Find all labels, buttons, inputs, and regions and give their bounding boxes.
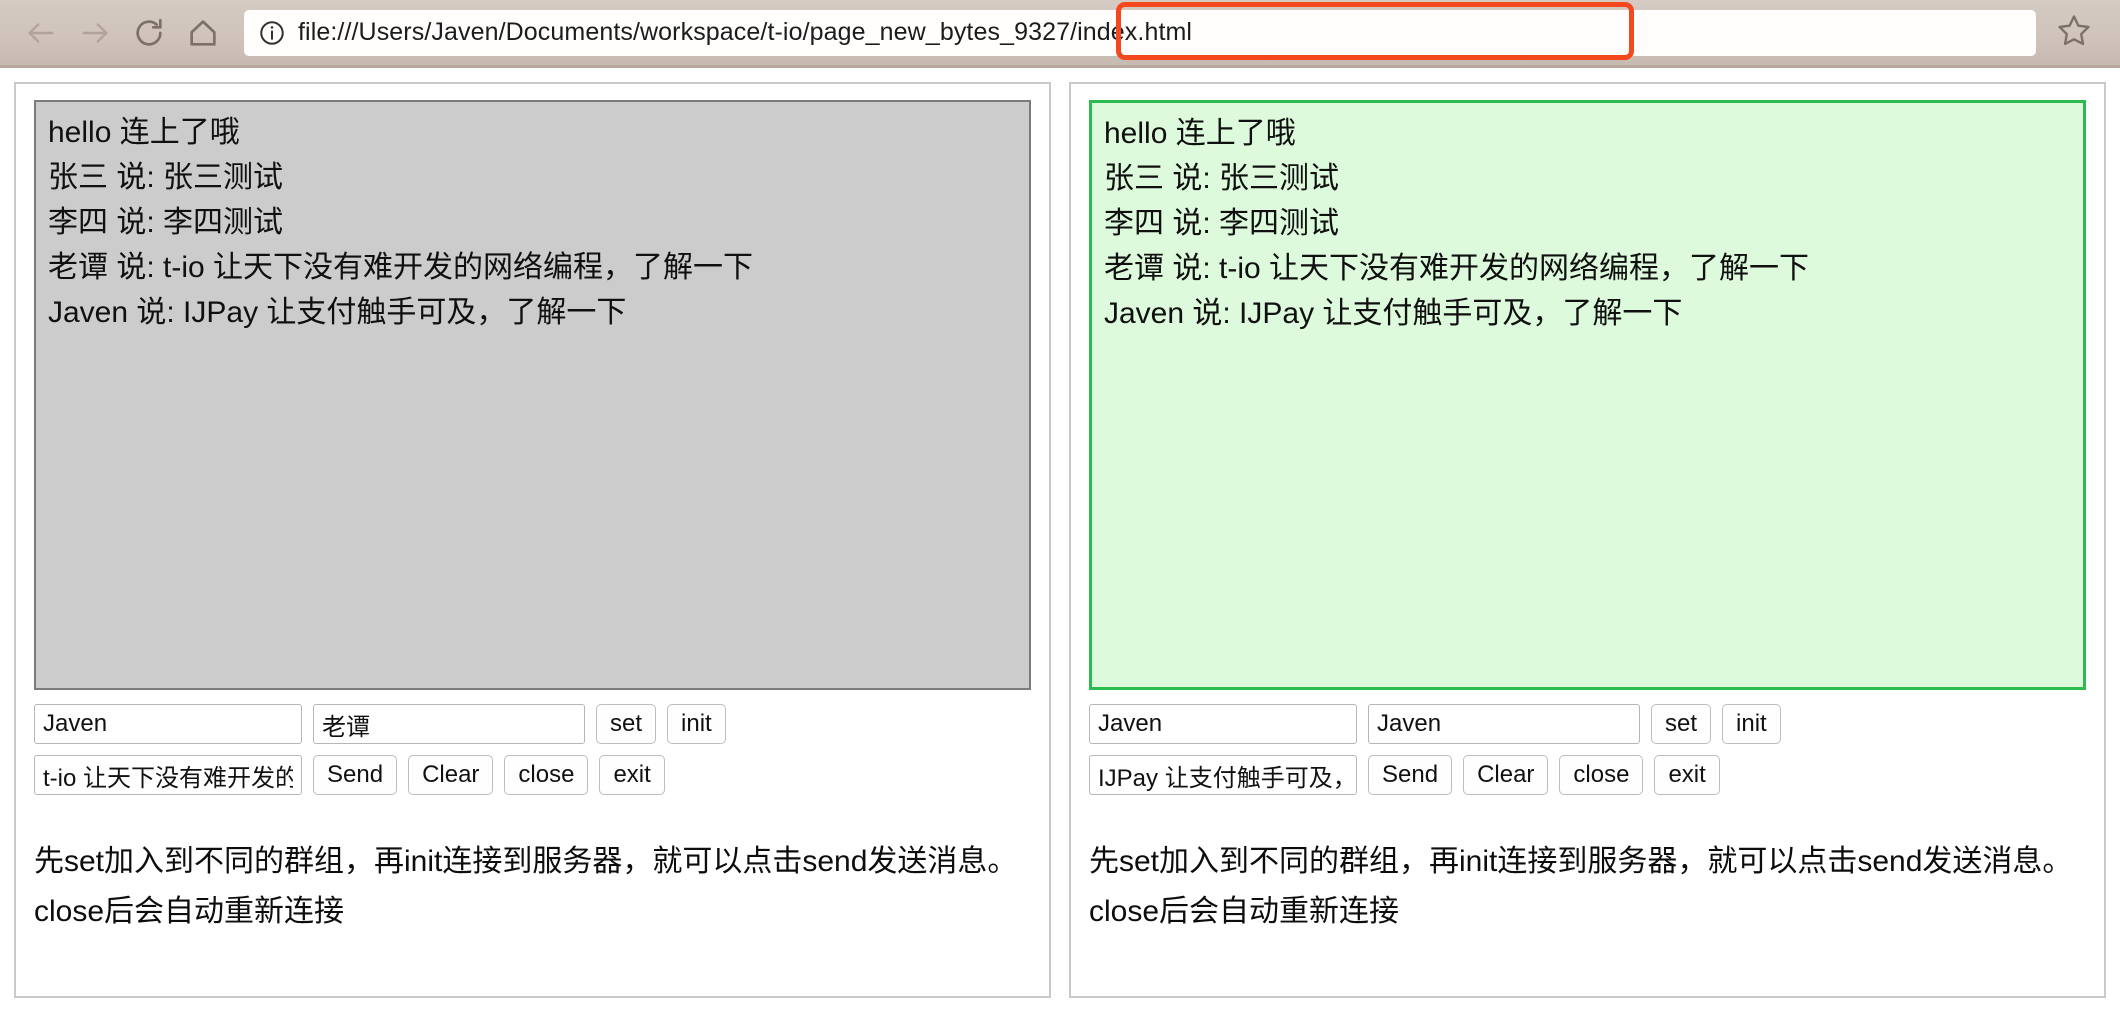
close-button[interactable]: close — [1559, 755, 1644, 795]
url-highlight-annotation — [1116, 1, 1634, 60]
name-input[interactable] — [34, 704, 302, 744]
chat-message: 老谭 说: t-io 让天下没有难开发的网络编程，了解一下 — [1104, 252, 1810, 285]
forward-arrow-icon — [78, 16, 112, 50]
close-button[interactable]: close — [504, 755, 589, 795]
bookmark-button[interactable] — [2046, 5, 2102, 61]
chat-message: hello 连上了哦 — [1104, 117, 1296, 150]
home-icon — [186, 16, 220, 50]
identity-row-right: set init — [1089, 704, 2086, 744]
message-input[interactable] — [34, 755, 302, 795]
init-button[interactable]: init — [667, 704, 726, 744]
browser-toolbar: file:///Users/Javen/Documents/workspace/… — [0, 0, 2120, 68]
chat-message: Javen 说: IJPay 让支付触手可及，了解一下 — [1104, 297, 1683, 330]
chat-log-right: hello 连上了哦 张三 说: 张三测试 李四 说: 李四测试 老谭 说: t… — [1089, 100, 2086, 690]
send-button[interactable]: Send — [313, 755, 398, 795]
init-button[interactable]: init — [1722, 704, 1781, 744]
message-input[interactable] — [1089, 755, 1357, 795]
name-input[interactable] — [1089, 704, 1357, 744]
forward-button[interactable] — [68, 6, 122, 60]
clear-button[interactable]: Clear — [408, 755, 494, 795]
send-button[interactable]: Send — [1368, 755, 1453, 795]
back-arrow-icon — [24, 16, 58, 50]
info-circle-icon[interactable] — [258, 19, 286, 47]
address-bar-url: file:///Users/Javen/Documents/workspace/… — [298, 18, 1193, 46]
chat-message: 老谭 说: t-io 让天下没有难开发的网络编程，了解一下 — [48, 251, 754, 284]
message-row-left: Send Clear close exit — [34, 755, 1031, 795]
chat-message: hello 连上了哦 — [48, 116, 240, 149]
page-content: hello 连上了哦 张三 说: 张三测试 李四 说: 李四测试 老谭 说: t… — [0, 68, 2120, 1025]
reload-icon — [132, 16, 166, 50]
star-bookmark-icon — [2056, 12, 2092, 53]
group-input[interactable] — [313, 704, 585, 744]
chat-message: 张三 说: 张三测试 — [1104, 162, 1340, 195]
chat-message: Javen 说: IJPay 让支付触手可及，了解一下 — [48, 296, 627, 329]
message-row-right: Send Clear close exit — [1089, 755, 2086, 795]
usage-hint: 先set加入到不同的群组，再init连接到服务器，就可以点击send发送消息。c… — [1089, 845, 2073, 928]
group-input[interactable] — [1368, 704, 1640, 744]
chat-panel-left: hello 连上了哦 张三 说: 张三测试 李四 说: 李四测试 老谭 说: t… — [14, 82, 1051, 998]
set-button[interactable]: set — [596, 704, 657, 744]
exit-button[interactable]: exit — [599, 755, 665, 795]
identity-row-left: set init — [34, 704, 1031, 744]
usage-hint: 先set加入到不同的群组，再init连接到服务器，就可以点击send发送消息。c… — [34, 845, 1018, 928]
clear-button[interactable]: Clear — [1463, 755, 1549, 795]
home-button[interactable] — [176, 6, 230, 60]
chat-panel-right: hello 连上了哦 张三 说: 张三测试 李四 说: 李四测试 老谭 说: t… — [1069, 82, 2106, 998]
chat-log-left: hello 连上了哦 张三 说: 张三测试 李四 说: 李四测试 老谭 说: t… — [34, 100, 1031, 690]
exit-button[interactable]: exit — [1654, 755, 1720, 795]
chat-message: 李四 说: 李四测试 — [48, 206, 284, 239]
chat-message: 张三 说: 张三测试 — [48, 161, 284, 194]
set-button[interactable]: set — [1651, 704, 1712, 744]
back-button[interactable] — [14, 6, 68, 60]
address-bar[interactable]: file:///Users/Javen/Documents/workspace/… — [244, 1, 2036, 60]
reload-button[interactable] — [122, 6, 176, 60]
chat-message: 李四 说: 李四测试 — [1104, 207, 1340, 240]
